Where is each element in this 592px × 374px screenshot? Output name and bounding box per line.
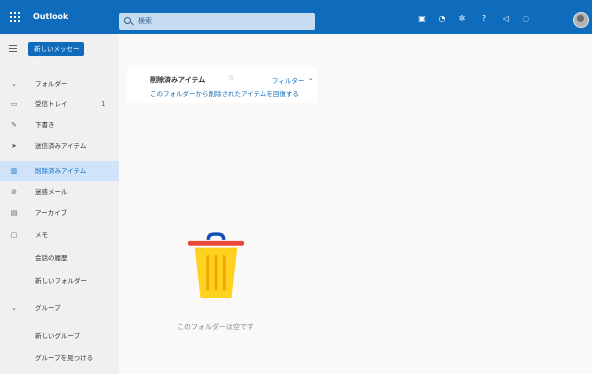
filter-button[interactable]: フィルター [272,75,304,85]
chat-icon[interactable]: ◌ [522,15,530,23]
sidebar-item-conversation-history[interactable]: 会話の履歴 [0,248,119,268]
empty-trash-illustration-icon [187,232,245,298]
recover-items-link[interactable]: このフォルダーから削除されたアイテムを回復する [150,88,299,98]
sidebar-item-label: 削除済みアイテム [35,167,87,175]
sidebar-item-junk[interactable]: ⊘ 迷惑メール [0,182,119,202]
sidebar-folders-header[interactable]: ⌄ フォルダー [0,74,119,94]
note-icon: ▢ [10,231,18,239]
trash-lid-icon [187,240,245,246]
search-icon [124,17,131,24]
empty-folder-message: このフォルダーは空です [177,323,254,331]
sidebar-item-label: 迷惑メール [35,188,68,196]
sidebar-item-notes[interactable]: ▢ メモ [0,225,119,245]
help-icon[interactable]: ? [480,15,488,23]
unread-count: 1 [101,100,106,108]
hamburger-menu-icon[interactable] [9,45,17,52]
top-bar: Outlook 検索 ▣ ◔ ✲ ? ◁ ◌ [0,0,592,34]
sidebar-new-folder-link[interactable]: 新しいフォルダー [0,271,119,291]
sidebar-item-label: 新しいフォルダー [35,277,87,285]
junk-icon: ⊘ [11,188,17,196]
megaphone-icon[interactable]: ◁ [502,15,510,23]
sidebar-item-label: 受信トレイ [35,100,68,108]
search-input[interactable]: 検索 [119,13,315,30]
folder-title: 削除済みアイテム [150,76,206,84]
inbox-icon: ▭ [10,100,18,108]
star-icon[interactable]: ☆ [228,74,234,82]
sidebar-item-archive[interactable]: ▤ アーカイブ [0,203,119,223]
sidebar: 新しいメッセージ ⌄ フォルダー ▭ 受信トレイ 1 ✎ 下書き ➤ 送信済みア… [0,34,119,374]
send-icon: ➤ [11,142,17,150]
chevron-down-icon: ⌄ [11,80,17,88]
pencil-icon: ✎ [11,121,17,129]
avatar[interactable] [573,12,589,28]
sidebar-item-label: 新しいグループ [35,332,81,340]
sidebar-item-label: グループを見つける [35,354,94,362]
new-message-button[interactable]: 新しいメッセージ [28,42,84,67]
sidebar-item-label: アーカイブ [35,209,68,217]
app-launcher-icon[interactable] [10,12,20,22]
folder-header: 削除済みアイテム ☆ フィルター ⌄ このフォルダーから削除されたアイテムを回復… [127,67,317,103]
sidebar-item-deleted[interactable]: ▥ 削除済みアイテム [0,161,119,181]
sidebar-item-label: フォルダー [35,80,68,88]
chevron-down-icon[interactable]: ⌄ [308,74,314,82]
gear-icon[interactable]: ✲ [458,15,466,23]
chevron-down-icon: ⌄ [11,304,17,312]
trash-icon: ▥ [10,167,18,175]
app-title[interactable]: Outlook [33,9,68,25]
sidebar-item-drafts[interactable]: ✎ 下書き [0,115,119,135]
teams-icon[interactable]: ▣ [418,15,426,23]
sidebar-item-label: 会話の履歴 [35,254,68,262]
sidebar-find-groups-link[interactable]: グループを見つける [0,348,119,368]
sidebar-item-label: グループ [35,304,61,312]
sidebar-item-inbox[interactable]: ▭ 受信トレイ 1 [0,94,119,114]
sidebar-item-label: 下書き [35,121,55,129]
sidebar-item-sent[interactable]: ➤ 送信済みアイテム [0,136,119,156]
sidebar-item-label: メモ [35,231,48,239]
sidebar-groups-header[interactable]: ⌄ グループ [0,298,119,318]
search-placeholder: 検索 [138,17,152,25]
sidebar-new-group-link[interactable]: 新しいグループ [0,326,119,346]
bell-icon[interactable]: ◔ [438,15,446,23]
archive-icon: ▤ [10,209,18,217]
sidebar-item-label: 送信済みアイテム [35,142,87,150]
